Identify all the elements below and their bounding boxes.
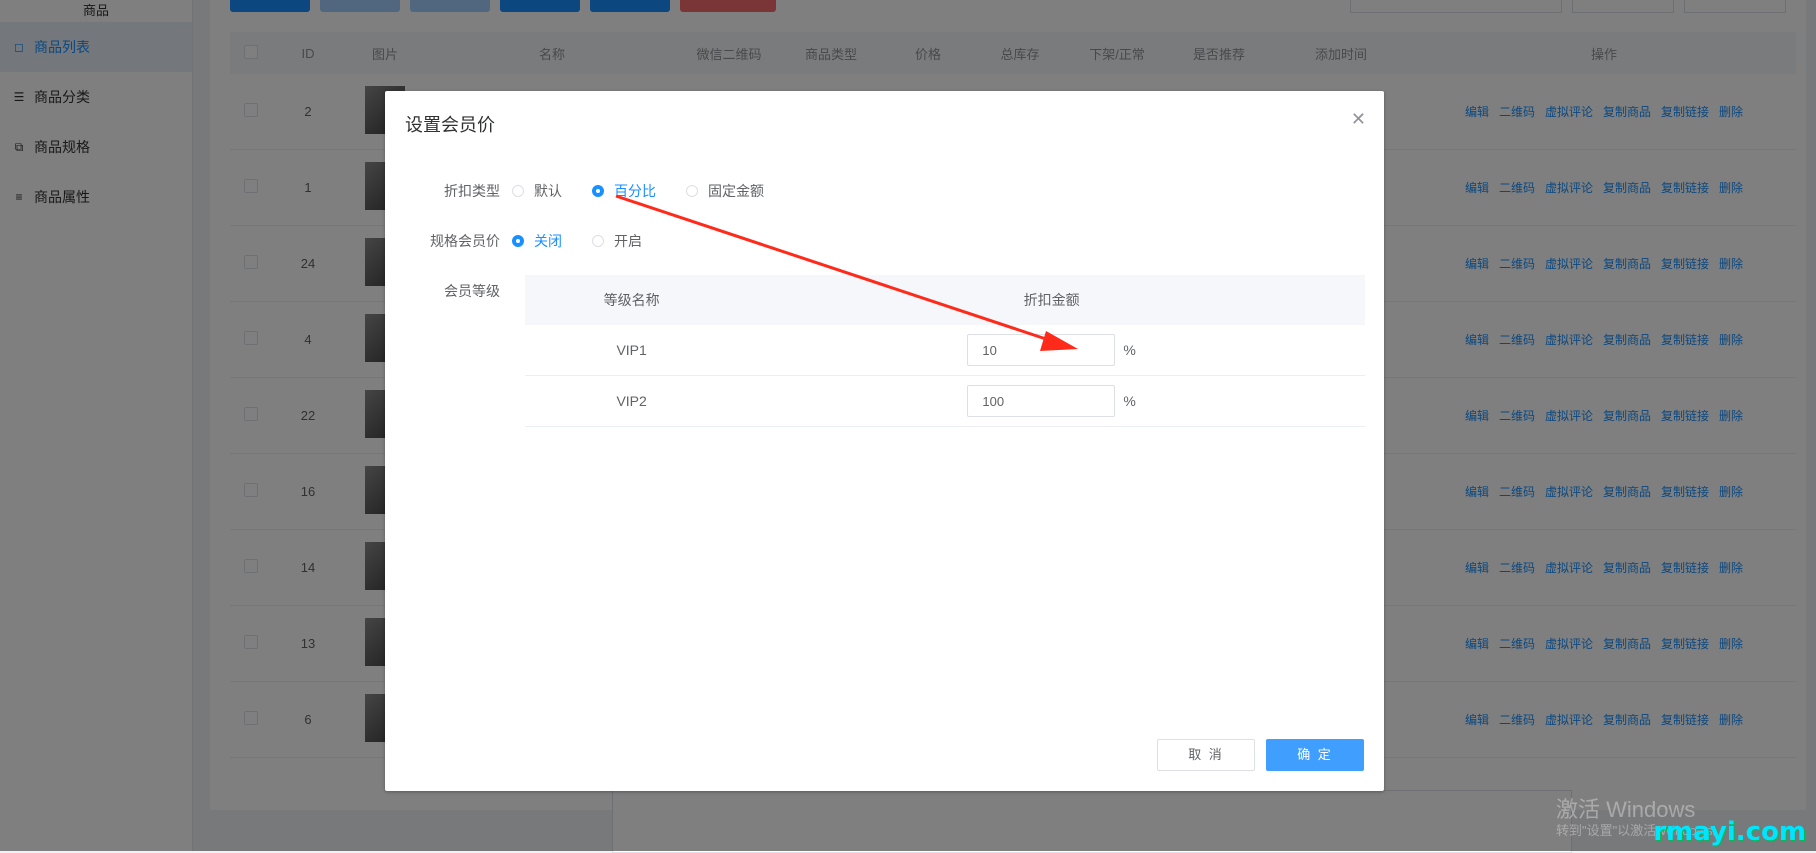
brand-watermark: rmayi.com	[1653, 817, 1806, 847]
spec-member-price-label: 规格会员价	[430, 233, 500, 249]
radio-dot	[512, 235, 524, 247]
radio-dot	[592, 185, 604, 197]
close-icon[interactable]: ✕	[1351, 109, 1366, 130]
confirm-button[interactable]: 确 定	[1266, 739, 1364, 771]
col-level-name: 等级名称	[525, 275, 739, 325]
level-amount-cell: %	[738, 325, 1365, 376]
percent-unit: %	[1123, 342, 1136, 358]
radio-label: 开启	[614, 233, 642, 249]
discount-type-label: 折扣类型	[444, 183, 500, 199]
radio-label: 关闭	[534, 233, 562, 249]
spec-member-price-row: 规格会员价 关闭 开启	[405, 226, 672, 256]
level-amount-cell: %	[738, 375, 1365, 427]
percent-unit: %	[1123, 393, 1136, 409]
member-level-row: VIP1 %	[525, 325, 1365, 376]
vip2-discount-input[interactable]	[967, 385, 1116, 417]
member-price-dialog: 设置会员价 ✕ 折扣类型 默认 百分比 固定金额 规格会员价 关闭 开启 会员等…	[385, 91, 1384, 791]
radio-label: 百分比	[614, 183, 656, 199]
member-level-table: 等级名称 折扣金额 VIP1 % VIP2 %	[525, 275, 1365, 427]
level-name: VIP1	[525, 325, 739, 376]
member-level-label: 会员等级	[444, 283, 500, 299]
radio-label: 固定金额	[708, 183, 764, 199]
member-level-row: VIP2 %	[525, 375, 1365, 427]
level-name: VIP2	[525, 375, 739, 427]
radio-default[interactable]: 默认	[512, 181, 562, 201]
discount-type-row: 折扣类型 默认 百分比 固定金额	[405, 176, 794, 206]
radio-on[interactable]: 开启	[592, 231, 642, 251]
radio-fixed-amount[interactable]: 固定金额	[686, 181, 764, 201]
radio-dot	[686, 185, 698, 197]
dialog-title: 设置会员价	[405, 115, 495, 135]
radio-off[interactable]: 关闭	[512, 231, 562, 251]
vip1-discount-input[interactable]	[967, 334, 1116, 366]
radio-dot	[512, 185, 524, 197]
col-discount-amount: 折扣金额	[738, 275, 1365, 325]
cancel-button[interactable]: 取 消	[1157, 739, 1255, 771]
radio-label: 默认	[534, 183, 562, 199]
radio-dot	[592, 235, 604, 247]
radio-percentage[interactable]: 百分比	[592, 181, 656, 201]
